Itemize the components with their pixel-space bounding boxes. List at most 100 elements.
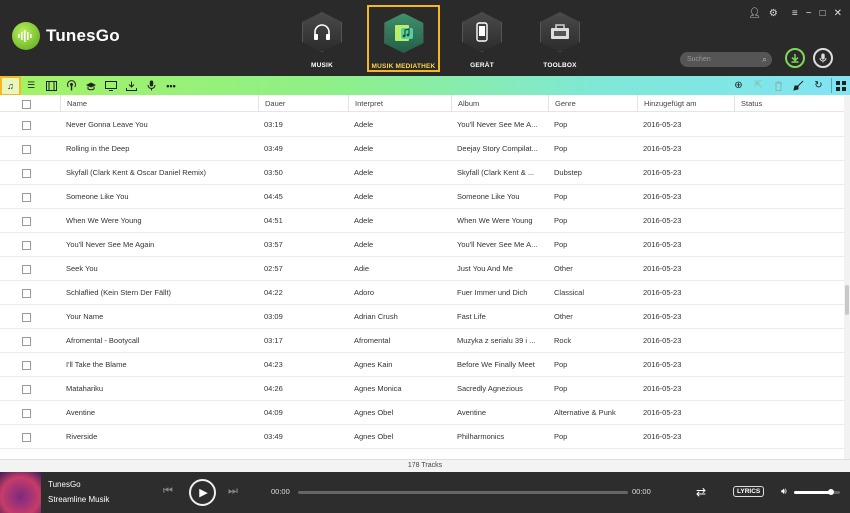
playlist-icon[interactable]: ☰ (21, 76, 41, 95)
column-album[interactable]: Album (451, 95, 548, 112)
menu-icon[interactable]: ≡ (792, 8, 798, 19)
music-note-icon[interactable]: ♫ (0, 75, 21, 96)
window-controls: 👤︎ ⚙︎ ≡ − □ ✕ (748, 8, 842, 19)
cell-album: Just You And Me (457, 264, 513, 273)
row-checkbox[interactable] (22, 257, 31, 281)
nav-musik[interactable]: MUSIK (286, 6, 358, 72)
refresh-icon[interactable]: ↻ (811, 78, 826, 93)
clean-icon[interactable] (791, 78, 806, 93)
delete-icon[interactable] (771, 78, 786, 93)
gear-icon[interactable]: ⚙︎ (769, 8, 778, 19)
next-icon[interactable]: ⏭︎ (228, 485, 238, 498)
phone-icon (462, 12, 502, 52)
table-row[interactable]: Skyfall (Clark Kent & Oscar Daniel Remix… (0, 161, 844, 185)
row-checkbox[interactable] (22, 137, 31, 161)
table-row[interactable]: Matahariku 04:26 Agnes Monica Sacredly Agne… (0, 377, 844, 401)
volume-slider[interactable] (794, 489, 840, 495)
row-checkbox[interactable] (22, 233, 31, 257)
row-checkbox[interactable] (22, 401, 31, 425)
cell-interpret: Adele (354, 216, 374, 225)
lyrics-button[interactable]: LYRICS (733, 486, 765, 497)
download-icon[interactable] (121, 76, 141, 95)
cell-album: Aventine (457, 408, 487, 417)
row-checkbox[interactable] (22, 377, 31, 401)
film-icon[interactable] (41, 76, 61, 95)
cell-hinzugefuegt: 2016-05-23 (643, 312, 682, 321)
time-total: 00:00 (632, 487, 651, 496)
close-icon[interactable]: ✕ (834, 8, 842, 19)
podcast-icon[interactable] (61, 76, 81, 95)
table-row[interactable]: When We Were Young 04:51 Adele When We Were… (0, 209, 844, 233)
row-checkbox[interactable] (22, 425, 31, 449)
row-checkbox[interactable] (22, 305, 31, 329)
cell-status (741, 329, 841, 353)
table-row[interactable]: Afromental - Bootycall 03:17 Afromental Muz… (0, 329, 844, 353)
cell-album: Sacredly Agnezious (457, 384, 523, 393)
table-row[interactable]: I'll Take the Blame 04:23 Agnes Kain Before… (0, 353, 844, 377)
nav-musik-mediathek[interactable]: MUSIK MEDIATHEK (367, 5, 440, 72)
download-button[interactable] (785, 48, 805, 68)
row-checkbox[interactable] (22, 329, 31, 353)
scrollbar-thumb[interactable] (845, 285, 849, 315)
microphone-icon[interactable] (141, 76, 161, 95)
row-checkbox[interactable] (22, 209, 31, 233)
itunes-u-icon[interactable] (81, 76, 101, 95)
minimize-icon[interactable]: − (806, 8, 812, 19)
cell-name: Never Gonna Leave You (66, 120, 148, 129)
progress-bar[interactable] (298, 491, 628, 494)
record-button[interactable] (813, 48, 833, 68)
table-row[interactable]: Never Gonna Leave You 03:19 Adele You'll Ne… (0, 113, 844, 137)
cell-genre: Dubstep (554, 168, 582, 177)
cell-album: Before We Finally Meet (457, 360, 535, 369)
select-all-checkbox[interactable] (22, 95, 60, 112)
app-logo: TunesGo (12, 22, 120, 50)
table-row[interactable]: Schlaflied (Kein Stern Der Fällt) 04:22 Ad… (0, 281, 844, 305)
row-checkbox[interactable] (22, 113, 31, 137)
album-art (0, 472, 41, 513)
column-genre[interactable]: Genre (548, 95, 637, 112)
row-checkbox[interactable] (22, 161, 31, 185)
table-row[interactable]: You'll Never See Me Again 03:57 Adele You'l… (0, 233, 844, 257)
export-icon[interactable]: ⇱ (751, 78, 766, 93)
cell-name: You'll Never See Me Again (66, 240, 155, 249)
play-button[interactable]: ▶︎ (189, 479, 216, 506)
repeat-icon[interactable]: ⇄ (696, 485, 706, 499)
tv-icon[interactable] (101, 76, 121, 95)
table-row[interactable]: Aventine 04:09 Agnes Obel Aventine Alternati… (0, 401, 844, 425)
table-row[interactable]: Rolling in the Deep 03:49 Adele Deejay Stor… (0, 137, 844, 161)
row-checkbox[interactable] (22, 185, 31, 209)
column-hinzugefuegt[interactable]: Hinzugefügt am (637, 95, 734, 112)
column-interpret[interactable]: Interpret (348, 95, 451, 112)
row-checkbox[interactable] (22, 281, 31, 305)
cell-name: Your Name (66, 312, 104, 321)
table-row[interactable]: Seek You 02:57 Adie Just You And Me Other 201… (0, 257, 844, 281)
scrollbar[interactable] (844, 95, 850, 459)
more-icon[interactable]: ••• (161, 76, 181, 95)
column-status[interactable]: Status (734, 95, 844, 112)
cell-interpret: Adele (354, 120, 374, 129)
cell-interpret: Adele (354, 144, 374, 153)
cell-name: Matahariku (66, 384, 104, 393)
table-row[interactable]: Someone Like You 04:45 Adele Someone Like Y… (0, 185, 844, 209)
table-row[interactable]: Your Name 03:09 Adrian Crush Fast Life Other… (0, 305, 844, 329)
volume-icon[interactable]: 🔊︎ (781, 486, 787, 497)
search-input[interactable]: Suchen ⌕ (680, 52, 772, 67)
volume-knob[interactable] (827, 489, 834, 495)
nav-toolbox[interactable]: TOOLBOX (524, 6, 596, 72)
cell-album: Deejay Story Compilat... (457, 144, 538, 153)
row-checkbox[interactable] (22, 353, 31, 377)
previous-icon[interactable]: ⏮︎ (163, 485, 173, 498)
maximize-icon[interactable]: □ (820, 8, 826, 19)
cell-genre: Other (554, 312, 573, 321)
column-name[interactable]: Name (60, 95, 258, 112)
table-row[interactable]: Riverside 03:49 Agnes Obel Philharmonics Pop… (0, 425, 844, 449)
user-icon[interactable]: 👤︎ (748, 8, 761, 19)
cell-dauer: 03:19 (264, 120, 283, 129)
search-icon[interactable]: ⌕ (762, 52, 767, 67)
cell-interpret: Adie (354, 264, 370, 273)
add-icon[interactable]: ⊕ (731, 78, 746, 93)
grid-view-icon[interactable] (831, 78, 846, 93)
nav-geraet[interactable]: GERÄT (446, 6, 518, 72)
column-dauer[interactable]: Dauer (258, 95, 348, 112)
cell-dauer: 03:49 (264, 144, 283, 153)
